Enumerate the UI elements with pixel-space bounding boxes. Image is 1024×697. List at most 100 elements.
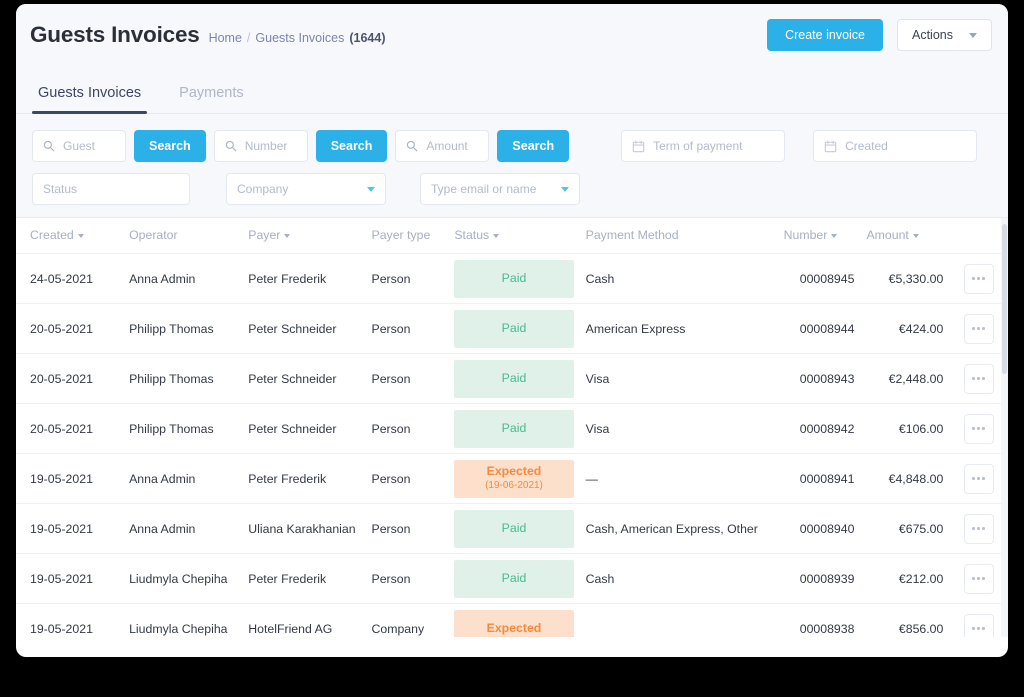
table-row[interactable]: 24-05-2021 Anna Admin Peter Frederik Person… [16, 253, 1008, 304]
cell-created: 19-05-2021 [16, 453, 124, 504]
create-invoice-button[interactable]: Create invoice [767, 19, 883, 51]
number-search-input[interactable]: Number [213, 130, 308, 162]
cell-operator: Anna Admin [123, 253, 243, 304]
cell-payer-type: Person [365, 303, 449, 354]
column-header-amount[interactable]: Amount [860, 218, 950, 254]
kebab-icon[interactable] [963, 313, 994, 344]
cell-number: 00008939 [777, 553, 861, 604]
cell-number: 00008944 [777, 303, 861, 354]
status-badge: Paid [454, 309, 574, 348]
cell-number: 00008940 [777, 503, 861, 554]
table-row[interactable]: 19-05-2021 Liudmyla Chepiha HotelFriend AG… [16, 603, 1008, 637]
cell-amount: €675.00 [860, 503, 950, 554]
kebab-icon[interactable] [963, 413, 994, 444]
status-filter-placeholder: Status [43, 182, 78, 196]
cell-created: 19-05-2021 [16, 553, 124, 604]
cell-amount: €106.00 [860, 403, 950, 454]
actions-dropdown-button[interactable]: Actions [897, 19, 992, 51]
tab-bar: Guests Invoices Payments [16, 66, 1008, 114]
guest-search-input[interactable]: Guest [32, 130, 126, 162]
page-title: Guests Invoices [30, 22, 200, 47]
breadcrumb-current: Guests Invoices [255, 31, 345, 45]
email-or-name-placeholder: Type email or name [431, 182, 537, 196]
cell-operator: Philipp Thomas [123, 353, 243, 404]
cell-payer-type: Person [365, 553, 449, 604]
cell-row-actions [949, 503, 1008, 554]
column-label: Amount [866, 228, 909, 242]
cell-row-actions [949, 403, 1008, 454]
cell-amount: €4,848.00 [860, 453, 950, 504]
chevron-down-icon [969, 32, 977, 38]
table-row[interactable]: 20-05-2021 Philipp Thomas Peter Schneider P… [16, 303, 1008, 354]
cell-payer-type: Company [365, 603, 449, 637]
cell-status: Paid [448, 353, 580, 404]
cell-operator: Liudmyla Chepiha [123, 603, 243, 637]
cell-number: 00008943 [777, 353, 861, 404]
cell-created: 20-05-2021 [16, 353, 124, 404]
kebab-icon[interactable] [963, 463, 994, 494]
term-of-payment-placeholder: Term of payment [653, 139, 743, 153]
table-row[interactable]: 19-05-2021 Anna Admin Uliana Karakhanian Pe… [16, 503, 1008, 554]
breadcrumb-separator: / [246, 31, 251, 45]
cell-row-actions [949, 603, 1008, 637]
cell-operator: Anna Admin [123, 503, 243, 554]
cell-created: 24-05-2021 [16, 253, 124, 304]
calendar-icon [632, 140, 645, 152]
table-vertical-scrollbar[interactable] [1001, 218, 1008, 637]
invoices-table: Created Operator Payer Payer type Status [16, 218, 1008, 637]
sort-caret-icon [831, 233, 838, 238]
scrollbar-thumb[interactable] [1002, 224, 1007, 374]
search-guest-button[interactable]: Search [134, 130, 206, 162]
column-header-operator: Operator [123, 218, 243, 254]
cell-operator: Philipp Thomas [123, 303, 243, 354]
table-row[interactable]: 19-05-2021 Anna Admin Peter Frederik Person… [16, 453, 1008, 504]
cell-payment-method: American Express [579, 303, 778, 354]
column-header-payer-type: Payer type [365, 218, 449, 254]
cell-status: Paid [448, 503, 580, 554]
filter-row-primary: Guest Search Number Search Amount Search [32, 130, 992, 162]
cell-status: Paid [448, 253, 580, 304]
status-badge-label: Paid [501, 370, 527, 385]
amount-search-input[interactable]: Amount [395, 130, 490, 162]
status-badge: Paid [454, 409, 574, 448]
kebab-icon[interactable] [963, 263, 994, 294]
column-header-status[interactable]: Status [448, 218, 580, 254]
cell-row-actions [949, 303, 1008, 354]
term-of-payment-date-input[interactable]: Term of payment [621, 130, 786, 162]
table-row[interactable]: 20-05-2021 Philipp Thomas Peter Schneider P… [16, 403, 1008, 454]
column-header-created[interactable]: Created [16, 218, 124, 254]
cell-number: 00008941 [777, 453, 861, 504]
sort-caret-icon [493, 233, 500, 238]
created-date-input[interactable]: Created [813, 130, 978, 162]
column-header-number[interactable]: Number [777, 218, 861, 254]
company-filter-select[interactable]: Company [226, 173, 386, 205]
table-header-row: Created Operator Payer Payer type Status [16, 218, 1008, 254]
tab-payments[interactable]: Payments [173, 85, 249, 113]
kebab-icon[interactable] [963, 563, 994, 594]
cell-row-actions [949, 553, 1008, 604]
number-search-placeholder: Number [244, 139, 288, 153]
cell-number: 00008945 [777, 253, 861, 304]
column-header-payer[interactable]: Payer [242, 218, 366, 254]
tab-guests-invoices[interactable]: Guests Invoices [32, 85, 148, 114]
table-row[interactable]: 19-05-2021 Liudmyla Chepiha Peter Frederik… [16, 553, 1008, 604]
kebab-icon[interactable] [963, 513, 994, 544]
search-amount-button[interactable]: Search [497, 130, 570, 162]
kebab-icon[interactable] [963, 363, 994, 394]
breadcrumb-home-link[interactable]: Home [209, 31, 242, 45]
invoices-table-scroll-area: Created Operator Payer Payer type Status [16, 218, 1008, 637]
table-row[interactable]: 20-05-2021 Philipp Thomas Peter Schneider P… [16, 353, 1008, 404]
status-badge-due-date: (19-06-2021) [485, 480, 543, 492]
search-number-button[interactable]: Search [315, 130, 388, 162]
cell-payer: Peter Schneider [242, 303, 366, 354]
cell-row-actions [949, 253, 1008, 304]
cell-created: 20-05-2021 [16, 303, 124, 354]
cell-amount: €2,448.00 [860, 353, 950, 404]
column-label: Status [454, 228, 490, 242]
column-header-actions [949, 218, 1008, 254]
cell-row-actions [949, 353, 1008, 404]
email-or-name-filter-select[interactable]: Type email or name [420, 173, 580, 205]
cell-amount: €856.00 [860, 603, 950, 637]
kebab-icon[interactable] [963, 613, 994, 637]
status-filter-input[interactable]: Status [32, 173, 190, 205]
